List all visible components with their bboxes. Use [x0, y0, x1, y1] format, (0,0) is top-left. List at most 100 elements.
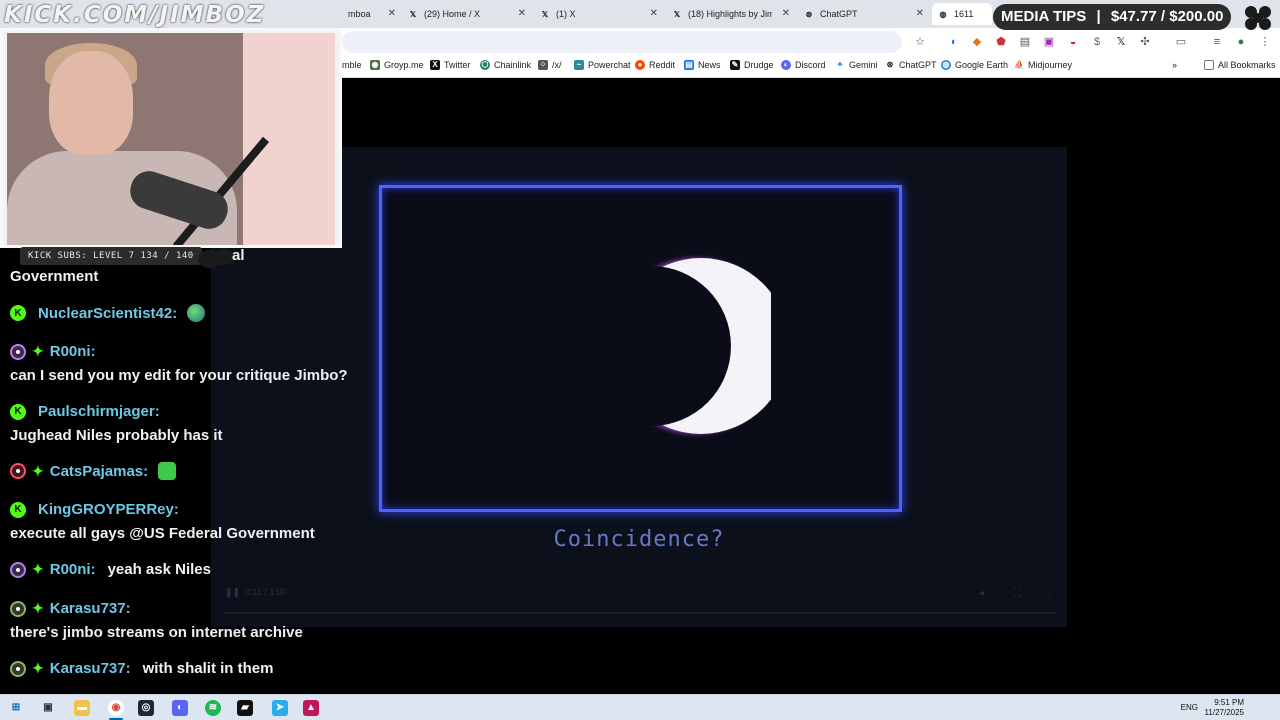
bookmark-item[interactable]: ◉ Groyp.me	[370, 60, 424, 70]
diamond-badge-icon: ✦	[32, 600, 44, 616]
close-icon[interactable]: ✕	[916, 8, 924, 19]
puzzle-icon[interactable]: ✣	[1138, 35, 1152, 49]
chat-username[interactable]: Karasu737:	[50, 600, 131, 617]
diamond-badge-icon: ✦	[32, 660, 44, 676]
x-icon[interactable]: 𝕏	[1114, 35, 1128, 49]
tab-1[interactable]: mboa ✕	[342, 3, 402, 25]
chat-username[interactable]: R00ni:	[50, 561, 96, 578]
system-clock[interactable]: 9:51 PM 11/27/2025	[1205, 698, 1244, 718]
chat-username[interactable]: Karasu737:	[50, 660, 131, 677]
gemini-icon: ✦	[835, 60, 845, 70]
chat-username[interactable]: CatsPajamas:	[50, 463, 148, 480]
subscriber-badge-icon	[10, 343, 26, 360]
chat-username[interactable]: Paulschirmjager:	[38, 403, 160, 420]
chat-message: ✦ R00ni: yeah ask Niles	[10, 561, 211, 578]
bookmark-label: Powerchat	[588, 60, 631, 70]
midjourney-icon: ⛵	[1014, 60, 1024, 70]
menu-icon[interactable]: ⋮	[1258, 35, 1272, 49]
chat-message: there's jimbo streams on internet archiv…	[10, 624, 303, 641]
fullscreen-icon[interactable]: ⛶	[1014, 588, 1021, 599]
extension-icon[interactable]: ▤	[1018, 35, 1032, 49]
chrome-icon[interactable]: ◉	[108, 700, 124, 716]
star-icon[interactable]: ☆	[913, 35, 927, 49]
bookmark-label: Gemini	[849, 60, 878, 70]
shield-icon[interactable]: ⬟	[994, 35, 1008, 49]
close-icon[interactable]: ✕	[782, 8, 790, 19]
close-icon[interactable]: ✕	[650, 8, 658, 19]
chat-message: Jughead Niles probably has it	[10, 427, 223, 444]
metamask-icon[interactable]: ◆	[970, 35, 984, 49]
extension-icon[interactable]: $	[1090, 35, 1104, 49]
discord-icon[interactable]: ◐	[172, 700, 188, 716]
bookmark-item[interactable]: ◍ Google Earth	[941, 60, 1008, 70]
bookmark-item[interactable]: ⊛ ChatGPT	[885, 60, 937, 70]
screen: mboa ✕ 𝕏 (29) Home / X ✕ 𝕏 (1) X ✕ 𝕏 (18…	[0, 0, 1280, 720]
chat-message-text: Jughead Niles probably has it	[10, 427, 223, 444]
bookmark-label: Reddit	[649, 60, 676, 70]
tab-3[interactable]: 𝕏 (1) X ✕	[534, 3, 664, 25]
avatar[interactable]: ●	[1234, 35, 1248, 49]
bookmark-item[interactable]: ~ Powerchat	[574, 60, 631, 70]
close-icon[interactable]: ✕	[518, 8, 526, 19]
bookmark-item[interactable]: ◐ Discord	[781, 60, 826, 70]
steam-icon[interactable]: ◎	[138, 700, 154, 716]
bookmark-item[interactable]: ▤ News	[684, 60, 721, 70]
chat-message-text: with shalit in them	[142, 660, 274, 677]
bookmark-item[interactable]: ✎ Drudge	[730, 60, 774, 70]
chat-username[interactable]: R00ni:	[50, 343, 96, 360]
video-progress-bar[interactable]	[225, 612, 1055, 614]
telegram-icon[interactable]: ➤	[272, 700, 288, 716]
tab-6-active[interactable]: ◍ 1611	[932, 3, 992, 25]
chat-username[interactable]: KingGROYPERRey:	[38, 501, 179, 518]
bookmark-item[interactable]: ⁘ /x/	[538, 60, 562, 70]
task-view-icon[interactable]: ▣	[40, 700, 56, 716]
chat-message-text: Government	[10, 268, 99, 285]
bookmark-label: Twitter	[444, 60, 471, 70]
chatgpt-icon: ⊛	[805, 9, 813, 19]
address-bar[interactable]	[342, 31, 902, 53]
bookmark-item[interactable]: ✦ Gemini	[835, 60, 878, 70]
cast-icon[interactable]: ▭	[1174, 35, 1188, 49]
extension-icon[interactable]: ◒	[1066, 35, 1080, 49]
subscriber-badge-icon	[10, 660, 26, 677]
chat-message: K NuclearScientist42:	[10, 304, 206, 322]
bookmark-label: mble	[342, 60, 362, 70]
all-bookmarks-label: All Bookmarks	[1218, 60, 1276, 70]
obs-icon[interactable]: ▰	[237, 700, 253, 716]
x-icon: 𝕏	[673, 9, 681, 19]
file-explorer-icon[interactable]: ▬	[74, 700, 90, 716]
play-pause-button[interactable]: ❚❚	[225, 587, 240, 598]
media-tips-goal: MEDIA TIPS | $47.77 / $200.00	[993, 4, 1232, 30]
all-bookmarks-button[interactable]: All Bookmarks	[1204, 60, 1276, 70]
bookmark-item[interactable]: ⬡ Chainlink	[480, 60, 531, 70]
chat-message-header: ✦ Karasu737:	[10, 600, 131, 617]
tab-5[interactable]: ⊛ ChatGPT ✕	[798, 3, 930, 25]
chat-username[interactable]: NuclearScientist42:	[38, 305, 177, 322]
bookmark-item[interactable]: mble	[342, 60, 362, 70]
start-icon[interactable]: ⊞	[8, 700, 24, 716]
app-icon[interactable]: ▲	[303, 700, 319, 716]
bookmark-item[interactable]: ● Reddit	[635, 60, 675, 70]
spotify-icon[interactable]: ≋	[205, 700, 221, 716]
downloads-icon[interactable]: ≡	[1210, 35, 1224, 49]
close-icon[interactable]: ✕	[388, 8, 396, 19]
volume-icon[interactable]: ◂	[979, 588, 984, 599]
bookmark-label: Discord	[795, 60, 826, 70]
more-options-icon[interactable]: ⋮	[1045, 588, 1055, 599]
tab-4[interactable]: 𝕏 (18) Highlights by Jimbo ✕	[666, 3, 796, 25]
bookmark-label: ChatGPT	[899, 60, 937, 70]
extension-icon[interactable]: ▣	[1042, 35, 1056, 49]
bookmarks-overflow-button[interactable]: »	[1172, 60, 1177, 70]
powerchat-icon: ~	[574, 60, 584, 70]
bookmark-item[interactable]: ⛵ Midjourney	[1014, 60, 1072, 70]
clock-date: 11/27/2025	[1204, 708, 1244, 717]
extension-icon[interactable]: ◖	[946, 35, 960, 49]
language-indicator[interactable]: ENG	[1181, 703, 1198, 712]
media-tips-amount: $47.77 / $200.00	[1110, 8, 1224, 25]
bookmark-item[interactable]: X Twitter	[430, 60, 471, 70]
reddit-icon: ●	[635, 60, 645, 70]
tab-2[interactable]: 𝕏 (29) Home / X ✕	[402, 3, 532, 25]
webcam-image	[7, 33, 335, 245]
media-tips-label: MEDIA TIPS	[1001, 8, 1087, 25]
tab-label: (1) X	[556, 9, 576, 19]
